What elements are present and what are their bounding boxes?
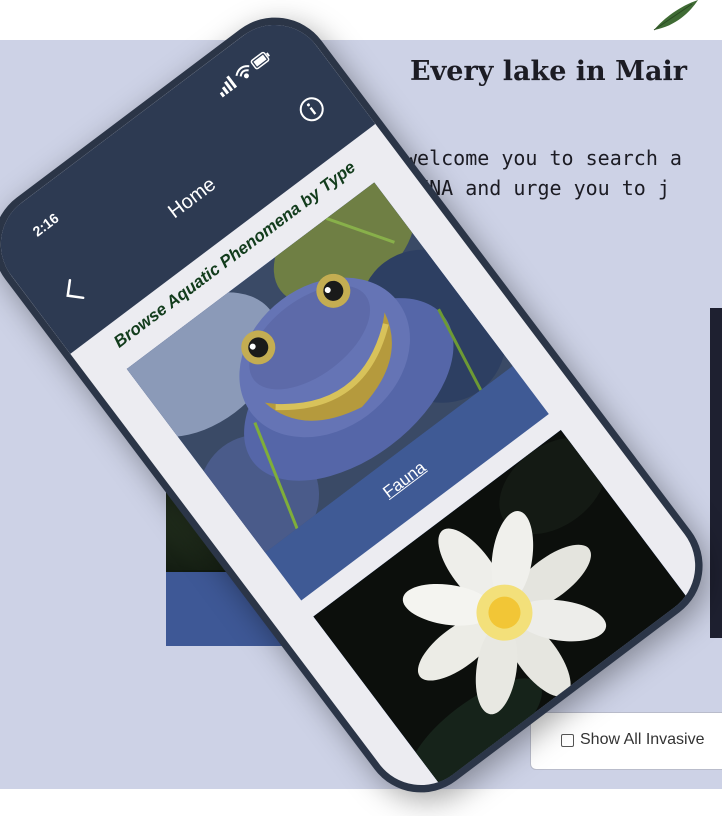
intro-text-line: welcome you to search a <box>405 146 682 170</box>
battery-icon <box>250 51 271 70</box>
invasive-filter-label: Show All Invasive <box>580 731 705 748</box>
status-icons <box>219 51 271 98</box>
page-title: Every lake in Mair <box>410 56 687 87</box>
status-time: 2:16 <box>29 209 62 240</box>
background-panel-edge <box>710 308 722 638</box>
invasive-filter[interactable]: Show All Invasive <box>530 712 722 770</box>
intro-text-line: MENA and urge you to j <box>405 176 670 200</box>
leaf-icon <box>653 0 698 31</box>
site-header <box>0 0 722 40</box>
invasive-checkbox[interactable] <box>561 734 574 747</box>
signal-icon <box>219 75 238 98</box>
wifi-icon <box>235 65 250 79</box>
